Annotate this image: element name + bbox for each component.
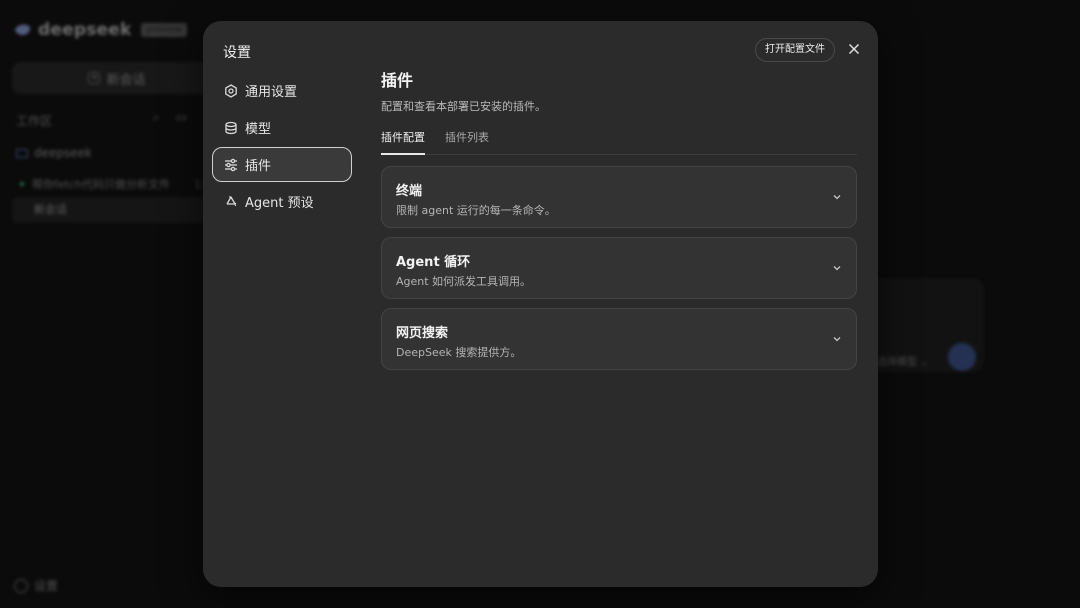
logo-text: deepseek — [38, 20, 132, 40]
nav-item-plugins[interactable]: 插件 — [212, 147, 352, 182]
plugin-card-terminal[interactable]: 终端 限制 agent 运行的每一条命令。 — [381, 166, 857, 228]
folder-name: deepseek — [34, 146, 92, 160]
folder-add-icon[interactable]: ▭ — [176, 110, 187, 125]
tab-plugin-list[interactable]: 插件列表 — [445, 129, 489, 155]
settings-label: 设置 — [34, 579, 59, 593]
gear-icon — [225, 83, 237, 98]
workspace-tools: ⌕ ▭ — [153, 110, 187, 125]
database-icon — [225, 121, 237, 134]
tab-plugin-config[interactable]: 插件配置 — [381, 129, 425, 155]
app-logo: deepseek preview — [14, 20, 187, 40]
close-icon[interactable] — [846, 41, 862, 57]
card-title: Agent 循环 — [396, 255, 471, 270]
workspace-label: 工作区 — [16, 114, 53, 128]
plus-icon: + — [88, 72, 101, 84]
nav-item-models[interactable]: 模型 — [212, 110, 352, 145]
recycle-icon — [226, 195, 237, 206]
plugin-card-agent-loop[interactable]: Agent 循环 Agent 如何派发工具调用。 — [381, 237, 857, 299]
nav-label: Agent 预设 — [245, 196, 314, 211]
status-dot-icon — [20, 182, 24, 186]
whale-logo-icon — [15, 24, 31, 36]
card-description: Agent 如何派发工具调用。 — [396, 275, 532, 288]
plugin-tabs: 插件配置 插件列表 — [381, 129, 857, 155]
gear-icon — [14, 578, 28, 593]
new-chat-button[interactable]: + 新会话 — [12, 62, 222, 94]
sidebar-settings[interactable]: 设置 — [14, 577, 58, 594]
thread-title: 帮你fetch代码只做分析文件 — [32, 178, 170, 191]
plugins-panel: 插件 配置和查看本部署已安装的插件。 插件配置 插件列表 终端 限制 agent… — [381, 21, 857, 587]
send-button[interactable] — [948, 343, 976, 371]
card-description: 限制 agent 运行的每一条命令。 — [396, 204, 556, 217]
folder-icon — [16, 148, 28, 158]
chevron-down-icon — [833, 337, 841, 342]
nav-label: 通用设置 — [245, 85, 298, 100]
nav-item-general[interactable]: 通用设置 — [212, 73, 352, 108]
sliders-icon — [225, 158, 237, 171]
panel-title: 插件 — [381, 71, 414, 90]
thread-item[interactable]: 帮你fetch代码只做分析文件 1分钟前 — [20, 176, 234, 192]
plugin-card-web-search[interactable]: 网页搜索 DeepSeek 搜索提供方。 — [381, 308, 857, 370]
nav-item-agent-presets[interactable]: Agent 预设 — [212, 184, 352, 219]
card-title: 终端 — [396, 184, 423, 199]
card-description: DeepSeek 搜索提供方。 — [396, 346, 522, 359]
nav-label: 插件 — [245, 159, 272, 174]
chevron-down-icon — [833, 195, 841, 200]
active-thread-item[interactable]: 新会话 — [12, 197, 222, 223]
nav-label: 模型 — [245, 122, 272, 137]
new-chat-label: 新会话 — [106, 72, 146, 88]
chevron-down-icon — [833, 266, 841, 271]
workspace-folder[interactable]: deepseek — [16, 146, 92, 160]
settings-modal: 设置 通用设置 模型 插件 Agent 预设 插件 配置和查看本部署已安装的插件… — [203, 21, 878, 587]
modal-title: 设置 — [223, 45, 251, 61]
card-title: 网页搜索 — [396, 326, 449, 341]
open-config-file-button[interactable]: 打开配置文件 — [755, 38, 835, 62]
logo-badge: preview — [141, 23, 187, 37]
settings-nav: 通用设置 模型 插件 Agent 预设 — [212, 73, 352, 221]
panel-description: 配置和查看本部署已安装的插件。 — [381, 100, 546, 113]
search-icon[interactable]: ⌕ — [153, 110, 160, 125]
model-selector[interactable]: 选择模型 ⌄ — [877, 353, 929, 368]
